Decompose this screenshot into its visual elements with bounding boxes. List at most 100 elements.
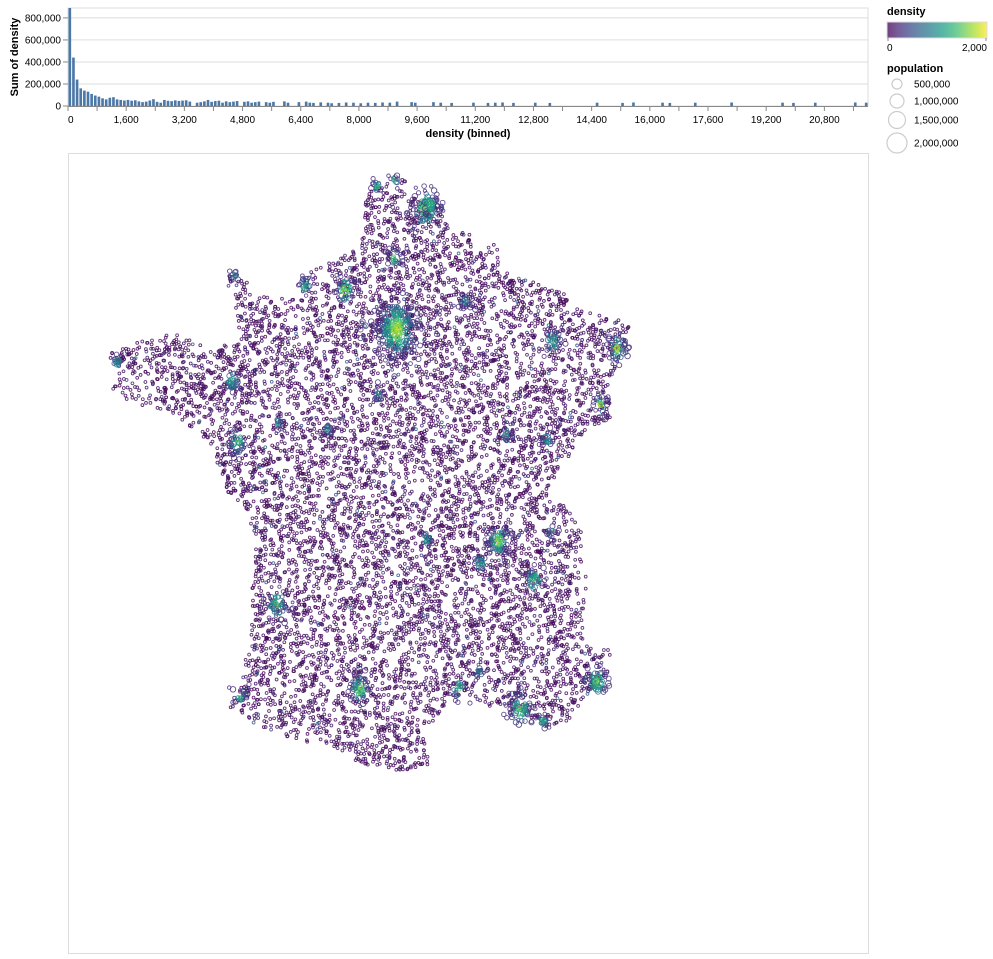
commune-point (562, 626, 567, 631)
commune-point (256, 510, 260, 515)
commune-point (371, 446, 375, 451)
commune-point (496, 492, 501, 497)
commune-point (574, 691, 579, 695)
commune-point (251, 499, 256, 504)
commune-point (338, 721, 343, 726)
commune-point (313, 501, 318, 506)
commune-point (308, 567, 312, 572)
commune-point (508, 659, 513, 663)
commune-point (482, 693, 486, 698)
commune-point (333, 592, 338, 596)
commune-point (404, 628, 409, 633)
commune-point (408, 516, 412, 520)
commune-point (485, 505, 490, 510)
commune-point (494, 506, 499, 511)
commune-point (472, 316, 477, 321)
commune-point (177, 411, 182, 416)
commune-point (504, 499, 509, 504)
commune-point (294, 442, 299, 447)
commune-point (277, 405, 281, 409)
commune-point (272, 665, 277, 670)
commune-point (481, 359, 486, 364)
commune-point (382, 536, 387, 540)
commune-point (313, 730, 318, 735)
commune-point (405, 267, 410, 272)
commune-point (353, 380, 358, 384)
commune-point (452, 444, 457, 449)
commune-point (415, 717, 420, 722)
commune-point (333, 717, 338, 722)
commune-point (554, 595, 559, 600)
commune-point (554, 457, 559, 462)
commune-point (323, 455, 327, 460)
commune-point (434, 672, 439, 676)
commune-point (471, 440, 476, 445)
commune-point (379, 667, 384, 671)
commune-point (467, 556, 471, 560)
commune-point (505, 449, 510, 453)
commune-point (270, 387, 274, 391)
commune-point (247, 358, 252, 362)
commune-point (267, 637, 272, 641)
commune-point (381, 191, 386, 195)
commune-point (259, 697, 263, 702)
commune-point (386, 369, 391, 373)
commune-point (334, 671, 339, 676)
commune-point (309, 328, 314, 333)
commune-point (241, 354, 246, 358)
commune-point (176, 347, 181, 352)
commune-point (344, 662, 349, 667)
commune-point (355, 593, 360, 598)
commune-point (378, 474, 383, 478)
commune-point (457, 400, 462, 405)
commune-point (554, 720, 559, 725)
commune-point (370, 412, 375, 416)
commune-point (490, 503, 494, 508)
commune-point (470, 353, 474, 358)
commune-point (397, 451, 402, 455)
commune-point (255, 303, 259, 308)
commune-point (559, 605, 564, 610)
commune-point (402, 297, 406, 302)
commune-point (259, 649, 264, 654)
commune-point (436, 569, 441, 574)
commune-point (310, 300, 314, 305)
commune-point (315, 471, 319, 476)
commune-point (188, 372, 193, 377)
commune-point (309, 354, 314, 358)
commune-point (495, 577, 500, 582)
commune-point (369, 670, 374, 675)
commune-point (417, 364, 421, 369)
commune-point (583, 574, 588, 579)
commune-point (556, 507, 561, 512)
commune-point (242, 503, 247, 507)
commune-point (575, 632, 580, 636)
commune-point (585, 422, 590, 426)
commune-point (353, 723, 358, 728)
commune-point (351, 535, 355, 540)
commune-point (355, 416, 360, 421)
commune-point (463, 275, 468, 279)
commune-point (409, 373, 414, 378)
commune-point (421, 451, 426, 456)
commune-point (519, 650, 523, 655)
commune-point (271, 423, 276, 428)
commune-point (353, 648, 357, 653)
commune-point (518, 637, 523, 641)
commune-point (284, 358, 289, 363)
commune-point (276, 307, 281, 311)
commune-point (305, 641, 310, 646)
commune-point (330, 548, 334, 552)
commune-point (216, 401, 220, 406)
commune-point (498, 512, 503, 516)
commune-point (308, 701, 313, 705)
commune-point (140, 397, 145, 402)
commune-point (411, 282, 415, 286)
commune-point (542, 702, 547, 707)
commune-point (355, 409, 360, 414)
commune-point (492, 480, 497, 485)
commune-point (570, 517, 574, 522)
commune-point (389, 589, 393, 594)
commune-point (264, 488, 268, 493)
commune-point (451, 549, 455, 553)
